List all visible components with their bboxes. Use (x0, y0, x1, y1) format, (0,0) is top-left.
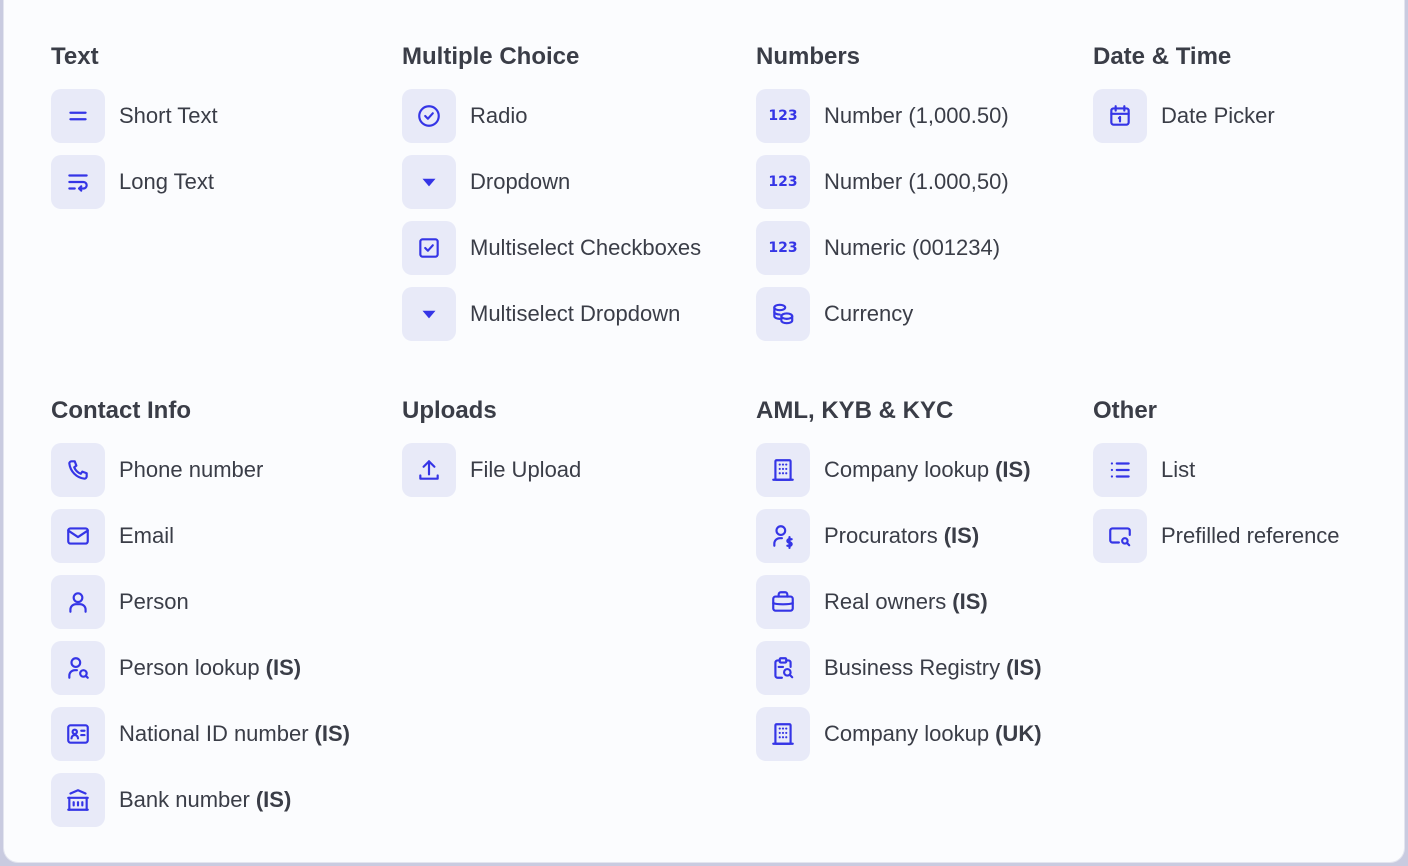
user-icon (51, 575, 105, 629)
field-procurators[interactable]: Procurators (IS) (756, 509, 1042, 563)
numbers-icon: 123 (756, 89, 810, 143)
item-label: Procurators (IS) (824, 523, 980, 548)
field-person-lookup[interactable]: Person lookup (IS) (51, 641, 350, 695)
section-contact-info: Contact Info Phone number Email Person P… (51, 396, 350, 839)
field-company-lookup-uk[interactable]: Company lookup (UK) (756, 707, 1042, 761)
field-email[interactable]: Email (51, 509, 350, 563)
upload-icon (402, 443, 456, 497)
section-title: Text (51, 43, 99, 70)
item-label: Email (119, 523, 175, 548)
numbers-icon: 123 (756, 155, 810, 209)
item-label: List (1161, 457, 1196, 482)
field-list[interactable]: List (1093, 443, 1340, 497)
phone-icon (51, 443, 105, 497)
item-label: Short Text (119, 103, 218, 128)
list-icon (1093, 443, 1147, 497)
building-icon (756, 707, 810, 761)
screen-search-icon (1093, 509, 1147, 563)
field-long-text[interactable]: Long Text (51, 155, 218, 209)
item-label: Person lookup (IS) (119, 655, 302, 680)
field-company-lookup-is[interactable]: Company lookup (IS) (756, 443, 1042, 497)
item-label: Dropdown (470, 169, 571, 194)
item-label: Multiselect Dropdown (470, 301, 681, 326)
numbers-icon: 123 (756, 221, 810, 275)
field-multiselect-dropdown[interactable]: Multiselect Dropdown (402, 287, 701, 341)
coins-icon (756, 287, 810, 341)
caret-down-icon (402, 155, 456, 209)
field-person[interactable]: Person (51, 575, 350, 629)
section-multiple-choice: Multiple Choice Radio Dropdown Multisele… (402, 42, 701, 353)
item-label: Real owners (IS) (824, 589, 988, 614)
field-short-text[interactable]: Short Text (51, 89, 218, 143)
field-real-owners[interactable]: Real owners (IS) (756, 575, 1042, 629)
field-phone-number[interactable]: Phone number (51, 443, 350, 497)
item-label: Number (1,000.50) (824, 103, 1009, 128)
equals-icon (51, 89, 105, 143)
user-dollar-icon (756, 509, 810, 563)
user-search-icon (51, 641, 105, 695)
section-title: Multiple Choice (402, 43, 580, 70)
clipboard-search-icon (756, 641, 810, 695)
field-currency[interactable]: Currency (756, 287, 1009, 341)
item-label: Bank number (IS) (119, 787, 292, 812)
item-label: Prefilled reference (1161, 523, 1340, 548)
field-file-upload[interactable]: File Upload (402, 443, 581, 497)
section-title: Date & Time (1093, 43, 1232, 70)
check-square-icon (402, 221, 456, 275)
item-label: National ID number (IS) (119, 721, 350, 746)
section-title: Numbers (756, 43, 861, 70)
section-title: Contact Info (51, 397, 191, 424)
item-label: Number (1.000,50) (824, 169, 1009, 194)
briefcase-icon (756, 575, 810, 629)
building-icon (756, 443, 810, 497)
item-label: Numeric (001234) (824, 235, 1001, 260)
field-national-id[interactable]: National ID number (IS) (51, 707, 350, 761)
field-multiselect-checkboxes[interactable]: Multiselect Checkboxes (402, 221, 701, 275)
field-numeric[interactable]: 123 Numeric (001234) (756, 221, 1009, 275)
field-bank-number[interactable]: Bank number (IS) (51, 773, 350, 827)
field-dropdown[interactable]: Dropdown (402, 155, 701, 209)
check-circle-icon (402, 89, 456, 143)
section-other: Other List Prefilled reference (1093, 396, 1340, 575)
section-title: AML, KYB & KYC (756, 397, 954, 424)
field-date-picker[interactable]: Date Picker (1093, 89, 1275, 143)
bank-icon (51, 773, 105, 827)
field-business-registry[interactable]: Business Registry (IS) (756, 641, 1042, 695)
section-date-time: Date & Time Date Picker (1093, 42, 1275, 155)
section-title: Other (1093, 397, 1158, 424)
item-label: Phone number (119, 457, 264, 482)
field-radio[interactable]: Radio (402, 89, 701, 143)
section-title: Uploads (402, 397, 497, 424)
item-label: Date Picker (1161, 103, 1275, 128)
item-label: Radio (470, 103, 528, 128)
item-label: Person (119, 589, 189, 614)
section-aml-kyb-kyc: AML, KYB & KYC Company lookup (IS) Procur… (756, 396, 1042, 773)
caret-down-icon (402, 287, 456, 341)
item-label: Multiselect Checkboxes (470, 235, 702, 260)
field-number-dot-decimal[interactable]: 123 Number (1,000.50) (756, 89, 1009, 143)
id-card-icon (51, 707, 105, 761)
item-label: Company lookup (UK) (824, 721, 1042, 746)
section-text: Text Short Text Long Text (51, 42, 218, 221)
field-prefilled-reference[interactable]: Prefilled reference (1093, 509, 1340, 563)
calendar-icon (1093, 89, 1147, 143)
wrap-text-icon (51, 155, 105, 209)
field-number-comma-decimal[interactable]: 123 Number (1.000,50) (756, 155, 1009, 209)
section-uploads: Uploads File Upload (402, 396, 581, 509)
section-numbers: Numbers 123 Number (1,000.50) 123 Number… (756, 42, 1009, 353)
item-label: Long Text (119, 169, 215, 194)
item-label: Company lookup (IS) (824, 457, 1031, 482)
item-label: Business Registry (IS) (824, 655, 1042, 680)
mail-icon (51, 509, 105, 563)
item-label: File Upload (470, 457, 582, 482)
item-label: Currency (824, 301, 914, 326)
field-type-picker: Text Short Text Long Text Multiple Choic… (4, 0, 1404, 862)
